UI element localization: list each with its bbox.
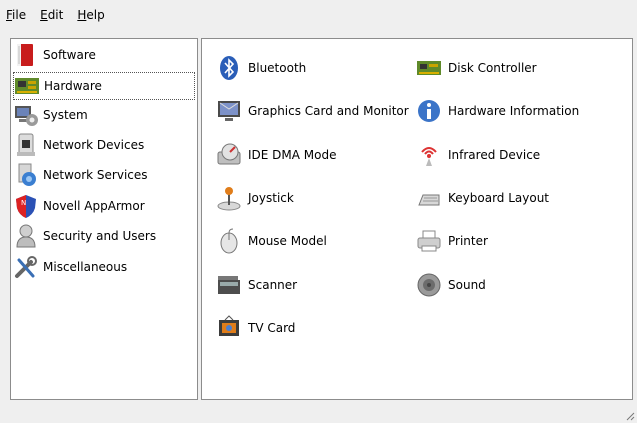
sidebar-item-hardware[interactable]: Hardware — [13, 72, 195, 100]
info-icon — [416, 98, 442, 124]
sound-icon — [416, 272, 442, 298]
sidebar-item-network-devices[interactable]: Network Devices — [13, 131, 195, 159]
module-label: Printer — [448, 234, 488, 248]
miscellaneous-icon — [13, 254, 39, 280]
keyboard-icon — [416, 185, 442, 211]
module-ide-dma-mode[interactable]: IDE DMA Mode — [216, 140, 337, 170]
module-label: Graphics Card and Monitor — [248, 104, 409, 118]
monitor-icon — [216, 98, 242, 124]
module-printer[interactable]: Printer — [416, 226, 488, 256]
security-icon — [13, 223, 39, 249]
sidebar-item-network-services[interactable]: Network Services — [13, 161, 195, 189]
module-label: Sound — [448, 278, 486, 292]
module-label: IDE DMA Mode — [248, 148, 337, 162]
software-icon — [13, 42, 39, 68]
module-keyboard-layout[interactable]: Keyboard Layout — [416, 183, 549, 213]
module-hardware-information[interactable]: Hardware Information — [416, 96, 579, 126]
module-label: Mouse Model — [248, 234, 327, 248]
module-label: Hardware Information — [448, 104, 580, 118]
sidebar-item-label: Network Services — [43, 168, 148, 182]
module-label: Scanner — [248, 278, 298, 292]
module-scanner[interactable]: Scanner — [216, 270, 297, 300]
sidebar-item-label: Software — [43, 48, 96, 62]
sidebar-item-label: Miscellaneous — [43, 260, 128, 274]
infrared-icon — [416, 142, 442, 168]
module-label: TV Card — [248, 321, 296, 335]
sidebar-item-system[interactable]: System — [13, 101, 195, 129]
module-label: Infrared Device — [448, 148, 541, 162]
printer-icon — [416, 228, 442, 254]
module-label: Joystick — [248, 191, 294, 205]
sidebar-item-software[interactable]: Software — [13, 41, 195, 69]
apparmor-icon: N — [13, 193, 39, 219]
module-sound[interactable]: Sound — [416, 270, 486, 300]
bluetooth-icon — [216, 55, 242, 81]
network-devices-icon — [13, 132, 39, 158]
menu-file[interactable]: File — [4, 6, 28, 24]
module-bluetooth[interactable]: Bluetooth — [216, 53, 306, 83]
joystick-icon — [216, 185, 242, 211]
sidebar-item-label: System — [43, 108, 88, 122]
mouse-icon — [216, 228, 242, 254]
ide-dma-icon — [216, 142, 242, 168]
menu-help[interactable]: Help — [75, 6, 106, 24]
category-list: Software Hardware System Network Devices… — [10, 38, 198, 400]
module-joystick[interactable]: Joystick — [216, 183, 294, 213]
menu-edit[interactable]: Edit — [38, 6, 65, 24]
module-label: Keyboard Layout — [448, 191, 550, 205]
module-label: Bluetooth — [248, 61, 307, 75]
sidebar-item-apparmor[interactable]: N Novell AppArmor — [13, 192, 195, 220]
resize-grip-icon[interactable] — [623, 409, 635, 421]
module-mouse-model[interactable]: Mouse Model — [216, 226, 327, 256]
sidebar-item-security[interactable]: Security and Users — [13, 222, 195, 250]
disk-controller-icon — [416, 55, 442, 81]
svg-text:N: N — [21, 199, 26, 207]
sidebar-item-miscellaneous[interactable]: Miscellaneous — [13, 253, 195, 281]
menu-bar: File Edit Help — [0, 0, 637, 30]
module-disk-controller[interactable]: Disk Controller — [416, 53, 537, 83]
sidebar-item-label: Security and Users — [43, 229, 157, 243]
system-icon — [13, 102, 39, 128]
module-infrared-device[interactable]: Infrared Device — [416, 140, 540, 170]
scanner-icon — [216, 272, 242, 298]
sidebar-item-label: Novell AppArmor — [43, 199, 145, 213]
module-graphics-card-and-monitor[interactable]: Graphics Card and Monitor — [216, 96, 409, 126]
module-label: Disk Controller — [448, 61, 537, 75]
sidebar-item-label: Hardware — [44, 79, 102, 93]
module-tv-card[interactable]: TV Card — [216, 313, 295, 343]
hardware-icon — [14, 73, 40, 99]
module-grid: Bluetooth Graphics Card and Monitor IDE … — [201, 38, 633, 400]
network-services-icon — [13, 162, 39, 188]
sidebar-item-label: Network Devices — [43, 138, 145, 152]
tv-card-icon — [216, 315, 242, 341]
